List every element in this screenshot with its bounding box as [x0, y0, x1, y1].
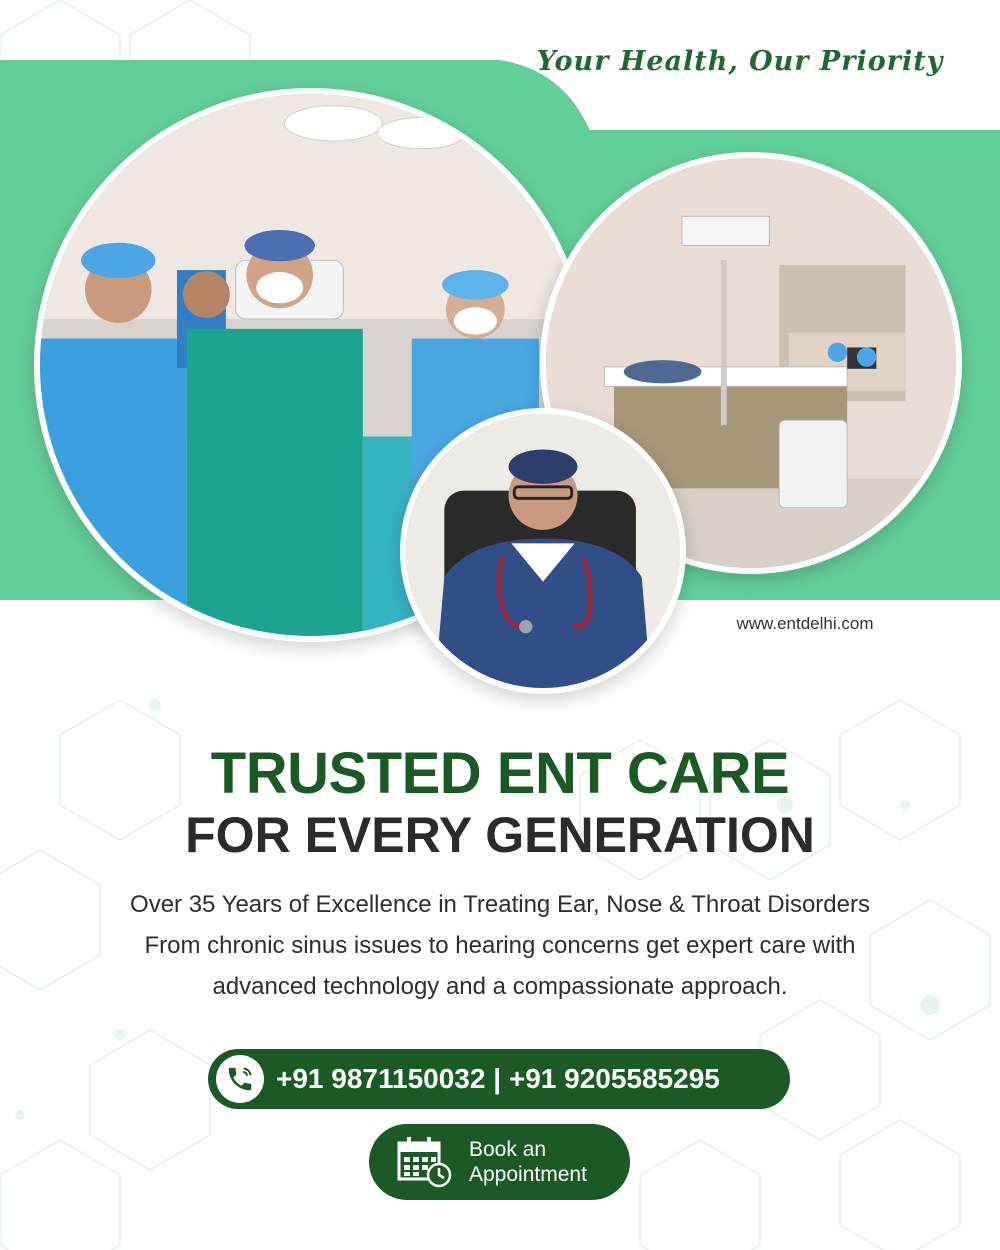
- headline: TRUSTED ENT CARE: [210, 741, 790, 806]
- subheadline: FOR EVERY GENERATION: [185, 807, 815, 863]
- website-url[interactable]: www.entdelhi.com: [690, 614, 920, 634]
- phone-numbers[interactable]: +91 9871150032 | +91 9205585295: [276, 1063, 720, 1095]
- description-line-2: From chronic sinus issues to hearing con…: [144, 932, 856, 959]
- calendar-clock-icon: [397, 1137, 452, 1188]
- description-line-1: Over 35 Years of Excellence in Treating …: [130, 891, 870, 918]
- book-appointment-line-1: Book an: [469, 1138, 547, 1161]
- tagline: Your Health, Our Priority: [536, 46, 944, 77]
- phone-contact-bar[interactable]: +91 9871150032 | +91 9205585295: [208, 1049, 790, 1109]
- phone-icon: [216, 1055, 264, 1103]
- description-line-3: advanced technology and a compassionate …: [212, 973, 788, 1000]
- book-appointment-button[interactable]: Book an Appointment: [369, 1124, 630, 1200]
- phone-icon-glyph: [228, 1067, 252, 1091]
- doctor-portrait-photo: [400, 408, 686, 694]
- doctor-portrait-illustration: [406, 414, 680, 688]
- description: Over 35 Years of Excellence in Treating …: [60, 884, 940, 1007]
- book-appointment-line-2: Appointment: [469, 1163, 587, 1186]
- book-appointment-label: Book an Appointment: [469, 1137, 587, 1187]
